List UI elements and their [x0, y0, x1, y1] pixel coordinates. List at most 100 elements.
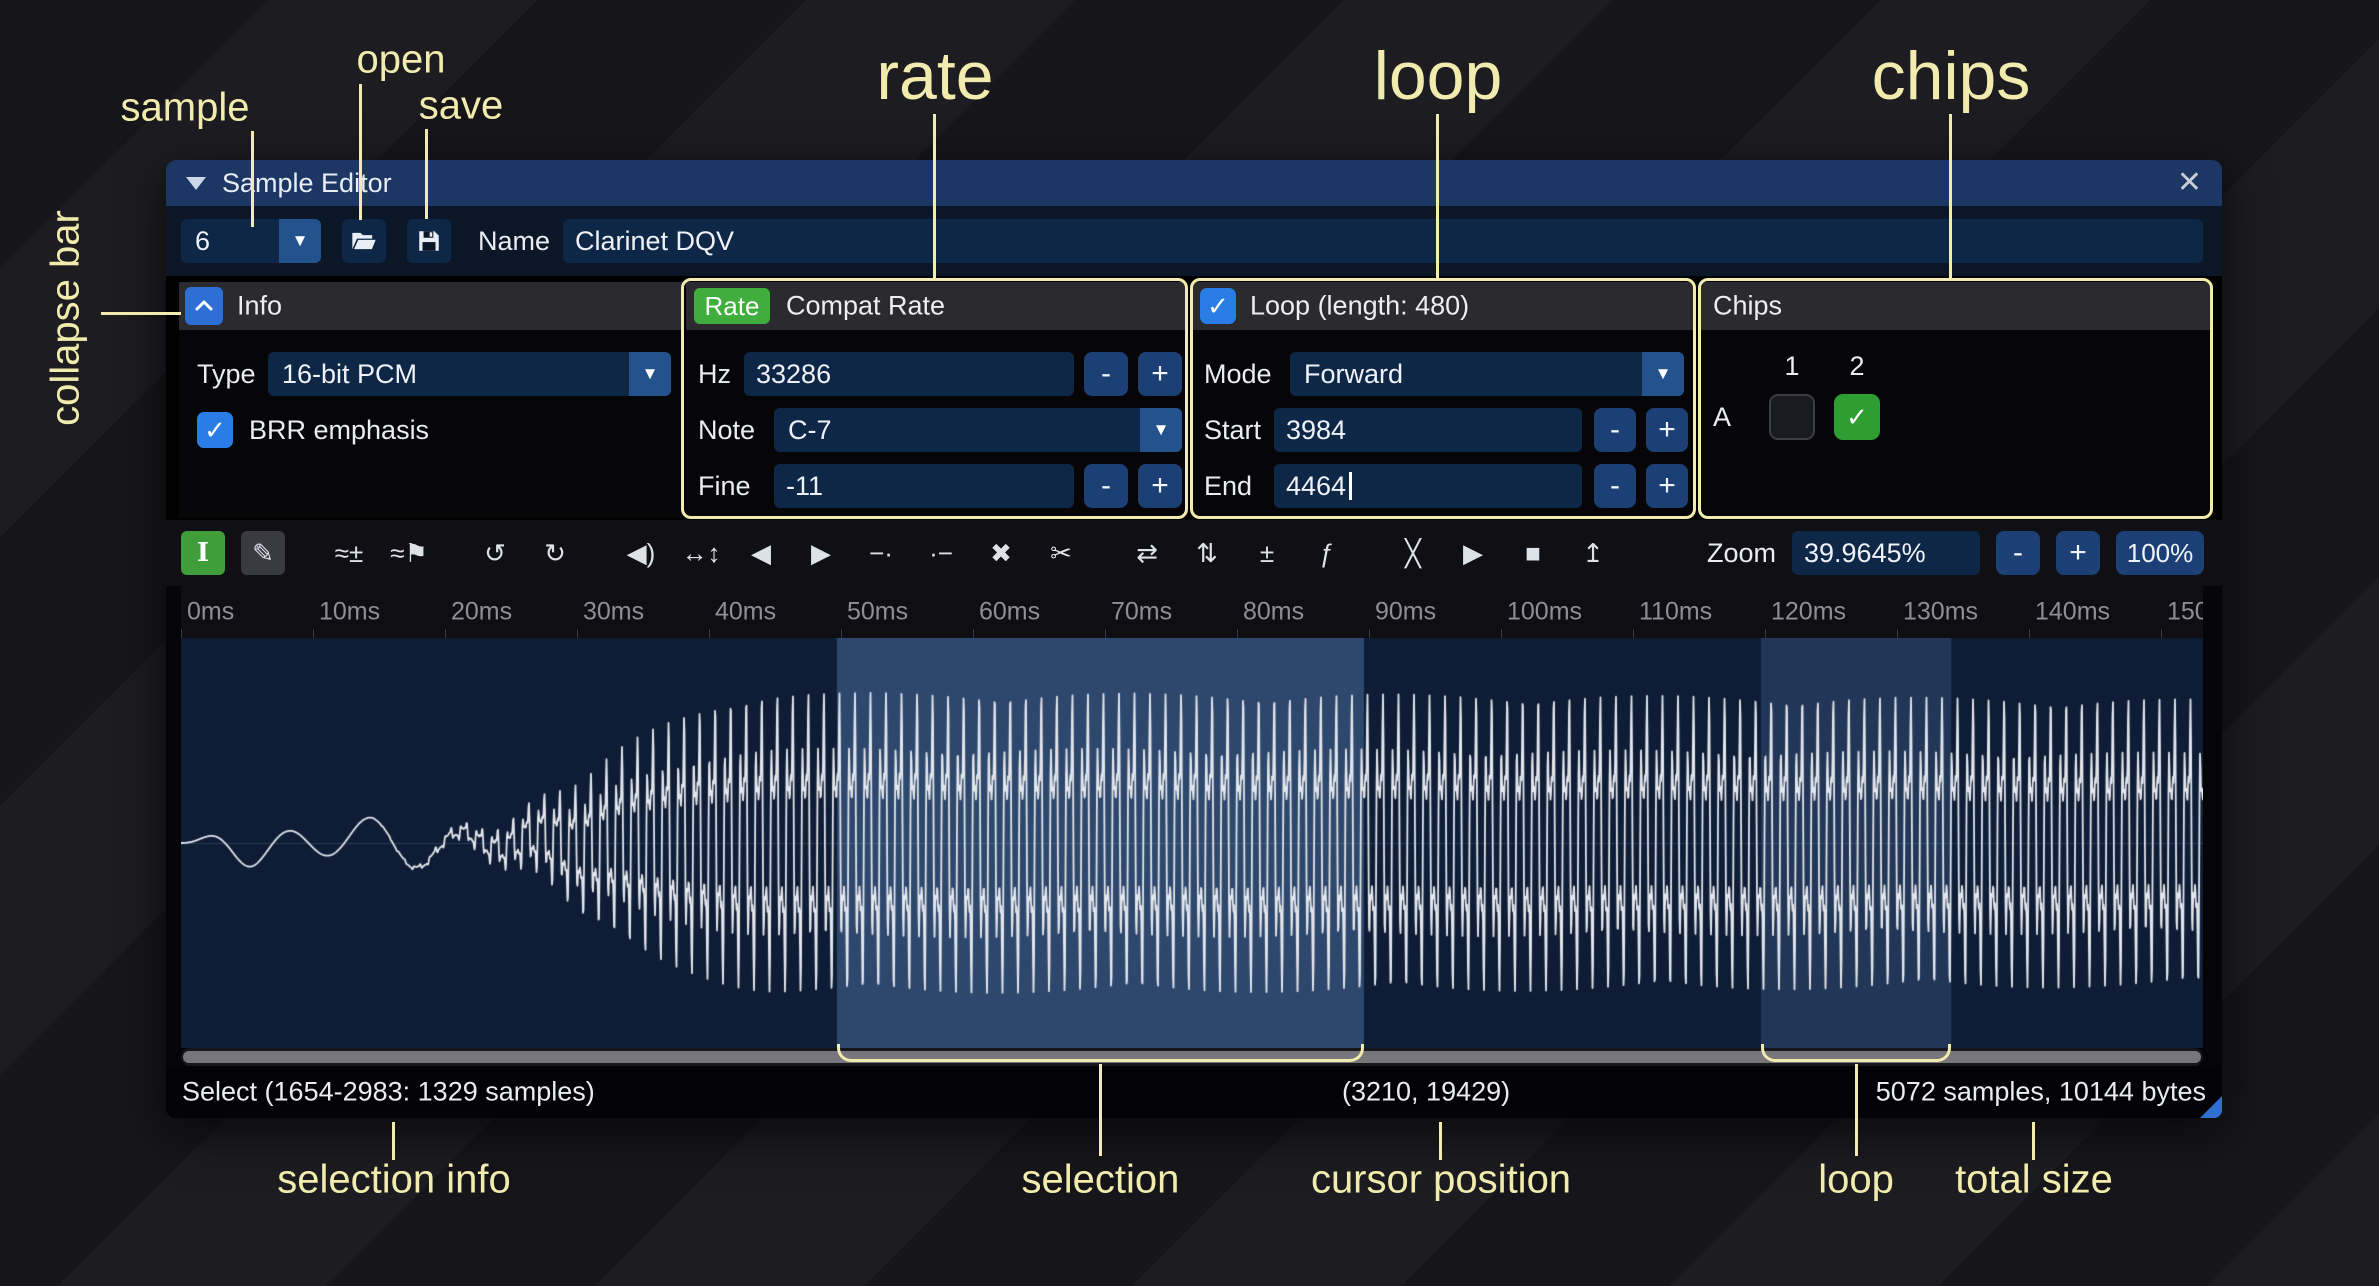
rate-toggle-button[interactable]: Rate: [694, 288, 770, 324]
ruler-label: 50ms: [847, 598, 908, 627]
note-value: C-7: [774, 408, 1140, 452]
open-button[interactable]: [342, 219, 386, 263]
sample-editor-window: Sample Editor 6: [166, 160, 2222, 1118]
zoom-input[interactable]: 39.9645%: [1792, 531, 1980, 575]
hz-plus-button[interactable]: +: [1138, 352, 1182, 396]
annotation-total-size: total size: [1955, 1158, 2113, 1203]
annotation-save: save: [419, 84, 504, 129]
ruler-label: 40ms: [715, 598, 776, 627]
ruler-label: 20ms: [451, 598, 512, 627]
ruler-label: 100ms: [1507, 598, 1582, 627]
fine-input[interactable]: -11: [774, 464, 1074, 508]
loop-end-plus-button[interactable]: +: [1646, 464, 1688, 508]
preview-button[interactable]: ▶: [1451, 531, 1495, 575]
name-input[interactable]: Clarinet DQV: [563, 219, 2203, 263]
hz-input[interactable]: 33286: [744, 352, 1074, 396]
fine-plus-button[interactable]: +: [1138, 464, 1182, 508]
zoom-plus-button[interactable]: +: [2056, 531, 2100, 575]
ruler-tick: [2161, 629, 2162, 638]
ruler-label: 0ms: [187, 598, 234, 627]
annotation-selection: selection: [1021, 1158, 1179, 1203]
ruler-tick: [1633, 629, 1634, 638]
loop-end-minus-button[interactable]: -: [1594, 464, 1636, 508]
amplify-button[interactable]: ◀): [619, 531, 663, 575]
type-label: Type: [197, 352, 256, 396]
loop-end-input[interactable]: 4464: [1274, 464, 1582, 508]
chevron-down-icon[interactable]: [279, 219, 321, 263]
ruler-label: 110ms: [1639, 598, 1712, 627]
brr-emphasis-checkbox[interactable]: [197, 412, 233, 448]
loop-start-value: 3984: [1286, 415, 1346, 446]
time-ruler: 0ms10ms20ms30ms40ms50ms60ms70ms80ms90ms1…: [181, 586, 2203, 638]
annotation-rate: rate: [876, 37, 993, 115]
horizontal-scrollbar[interactable]: [181, 1048, 2203, 1066]
annotation-loop-bottom: loop: [1818, 1158, 1894, 1203]
make-instrument-button[interactable]: ↥: [1571, 531, 1615, 575]
window-title: Sample Editor: [222, 168, 392, 199]
type-dropdown[interactable]: 16-bit PCM: [268, 352, 671, 396]
resize-button[interactable]: ≈±: [327, 531, 371, 575]
fade-out-button[interactable]: ▶: [799, 531, 843, 575]
crossfade-loop-button[interactable]: ╳: [1391, 531, 1435, 575]
undo-button[interactable]: ↺: [473, 531, 517, 575]
annotation-loop: loop: [1374, 37, 1503, 115]
loop-start-minus-button[interactable]: -: [1594, 408, 1636, 452]
chip-2-checkbox[interactable]: [1834, 394, 1880, 440]
save-button[interactable]: [407, 219, 451, 263]
fine-value: -11: [786, 471, 823, 502]
hz-value: 33286: [756, 359, 831, 390]
reverse-button[interactable]: ⇄: [1125, 531, 1169, 575]
redo-button[interactable]: ↻: [533, 531, 577, 575]
titlebar[interactable]: Sample Editor: [166, 160, 2222, 206]
insert-silence-button[interactable]: −·: [859, 531, 903, 575]
delete-button[interactable]: ✖: [979, 531, 1023, 575]
chevron-down-icon[interactable]: [1642, 352, 1684, 396]
chevron-down-icon[interactable]: [1140, 408, 1182, 452]
waveform-display[interactable]: [181, 638, 2203, 1048]
zoom-minus-button[interactable]: -: [1996, 531, 2040, 575]
name-row: 6 Name Clarinet DQV: [166, 206, 2222, 276]
ruler-label: 130ms: [1903, 598, 1978, 627]
ruler-label: 150ms: [2167, 598, 2203, 627]
ruler-label: 80ms: [1243, 598, 1304, 627]
loop-start-input[interactable]: 3984: [1274, 408, 1582, 452]
resample-button[interactable]: ≈⚑: [387, 531, 431, 575]
collapse-bar-button[interactable]: [185, 287, 223, 325]
window-collapse-icon[interactable]: [186, 177, 206, 190]
text-caret: [1349, 472, 1352, 500]
chevron-down-icon[interactable]: [629, 352, 671, 396]
loop-start-plus-button[interactable]: +: [1646, 408, 1688, 452]
stop-preview-button[interactable]: ■: [1511, 531, 1555, 575]
loop-mode-dropdown[interactable]: Forward: [1290, 352, 1684, 396]
chevron-up-icon: [192, 294, 216, 318]
normalize-button[interactable]: ↔↕: [679, 531, 723, 575]
fine-minus-button[interactable]: -: [1084, 464, 1128, 508]
zoom-reset-button[interactable]: 100%: [2116, 531, 2204, 575]
trim-button[interactable]: ✂: [1039, 531, 1083, 575]
loop-enable-checkbox[interactable]: [1200, 288, 1236, 324]
apply-filter-button[interactable]: ƒ: [1305, 531, 1349, 575]
mode-label: Mode: [1204, 352, 1272, 396]
fade-in-button[interactable]: ◀: [739, 531, 783, 575]
scrollbar-thumb[interactable]: [183, 1051, 2201, 1063]
ruler-label: 60ms: [979, 598, 1040, 627]
invert-button[interactable]: ⇅: [1185, 531, 1229, 575]
name-input-value: Clarinet DQV: [575, 226, 734, 257]
apply-silence-button[interactable]: ·−: [919, 531, 963, 575]
panels-area: Info Type 16-bit PCM BRR emphasis Rate C…: [166, 276, 2222, 520]
note-dropdown[interactable]: C-7: [774, 408, 1182, 452]
sample-number-combo[interactable]: 6: [181, 219, 321, 263]
draw-mode-button[interactable]: ✎: [241, 531, 285, 575]
select-mode-button[interactable]: I: [181, 531, 225, 575]
toolbar-buttons: I ✎ ≈± ≈⚑ ↺ ↻ ◀) ↔↕ ◀ ▶ −· ·− ✖ ✂ ⇄ ⇅ ± ƒ ╳ ▶ ■ ↥: [181, 531, 1615, 575]
chip-1-checkbox[interactable]: [1769, 394, 1815, 440]
close-button[interactable]: [2177, 168, 2202, 198]
sign-invert-button[interactable]: ±: [1245, 531, 1289, 575]
annotation-open: open: [357, 38, 446, 83]
loop-panel-title: Loop (length: 480): [1250, 291, 1469, 322]
hz-minus-button[interactable]: -: [1084, 352, 1128, 396]
ruler-tick: [1237, 629, 1238, 638]
info-panel: Info Type 16-bit PCM BRR emphasis: [179, 282, 684, 518]
waveform-area: [181, 638, 2203, 1048]
loop-mode-value: Forward: [1290, 352, 1642, 396]
